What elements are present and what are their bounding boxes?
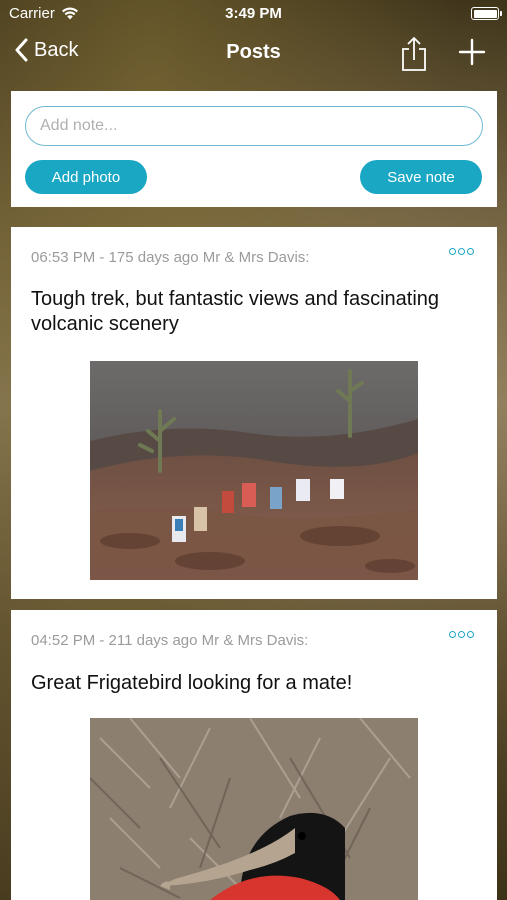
- post-meta: 04:52 PM - 211 days ago Mr & Mrs Davis:: [31, 632, 309, 649]
- post-text: Great Frigatebird looking for a mate!: [31, 672, 353, 694]
- post-photo-frigatebird[interactable]: [90, 718, 418, 900]
- save-note-button[interactable]: Save note: [360, 160, 482, 194]
- post-meta: 06:53 PM - 175 days ago Mr & Mrs Davis:: [31, 249, 310, 266]
- post-card: 04:52 PM - 211 days ago Mr & Mrs Davis: …: [11, 610, 497, 900]
- battery-fill: [473, 9, 497, 18]
- post-photo-volcanic-trek[interactable]: [90, 361, 418, 580]
- note-input[interactable]: [25, 106, 483, 146]
- page-title: Posts: [226, 41, 281, 63]
- plus-icon[interactable]: [458, 38, 486, 66]
- share-icon[interactable]: [399, 36, 429, 72]
- status-time: 3:49 PM: [225, 5, 282, 22]
- more-dots-icon[interactable]: [449, 248, 474, 255]
- post-text: Tough trek, but fantastic views and fasc…: [31, 288, 440, 335]
- navigation-bar: Back Posts: [0, 28, 507, 80]
- status-bar: Carrier 3:49 PM: [0, 0, 507, 28]
- add-photo-button[interactable]: Add photo: [25, 160, 147, 194]
- post-card: 06:53 PM - 175 days ago Mr & Mrs Davis: …: [11, 227, 497, 599]
- note-composer: Add photo Save note: [11, 91, 497, 207]
- battery-icon: [471, 7, 502, 20]
- more-dots-icon[interactable]: [449, 631, 474, 638]
